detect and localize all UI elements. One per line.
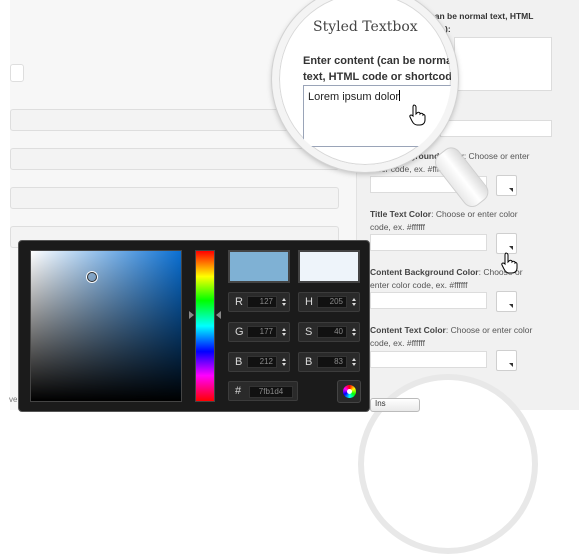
green-label: G: [235, 326, 244, 338]
title-text-input[interactable]: [370, 234, 487, 251]
title-text-name: Title Text Color: [370, 209, 432, 219]
content-text-name: Content Text Color: [370, 325, 446, 335]
hex-value[interactable]: 7fb1d4: [249, 386, 293, 398]
red-value[interactable]: 127: [247, 296, 277, 308]
red-field[interactable]: R 127: [228, 292, 290, 312]
title-bg-hint: : Choose or enter: [463, 151, 530, 161]
color-wheel-icon: [343, 385, 356, 398]
brightness-field[interactable]: B 83: [298, 352, 360, 372]
content-text-hint2: code, ex. #ffffff: [370, 338, 425, 348]
hex-field[interactable]: # 7fb1d4: [228, 381, 298, 401]
chevron-down-icon: [509, 188, 513, 192]
current-color-preview[interactable]: [298, 250, 360, 283]
chevron-down-icon: [509, 304, 513, 308]
title-text-label: Title Text Color: Choose or enter color …: [370, 208, 552, 234]
green-field[interactable]: G 177: [228, 322, 290, 342]
color-selector-handle[interactable]: [87, 272, 97, 282]
hex-label: #: [235, 385, 242, 397]
magnified-content-value: Lorem ipsum dolor: [308, 91, 400, 103]
hand-cursor-icon: [409, 104, 426, 126]
title-bg-swatch-button[interactable]: [496, 175, 517, 196]
content-text-input[interactable]: [370, 351, 487, 368]
hue-label: H: [305, 296, 313, 308]
red-label: R: [235, 296, 243, 308]
content-label-fragment-2: ):: [445, 24, 451, 34]
saturation-field[interactable]: S 40: [298, 322, 360, 342]
hand-cursor-icon: [501, 252, 518, 274]
magnified-content-textarea[interactable]: Lorem ipsum dolor: [303, 85, 451, 147]
content-text-swatch-button[interactable]: [496, 350, 517, 371]
hue-field[interactable]: H 205: [298, 292, 360, 312]
content-textarea[interactable]: [454, 37, 552, 91]
content-bg-input[interactable]: [370, 292, 487, 309]
brightness-label: B: [305, 356, 313, 368]
content-text-label: Content Text Color: Choose or enter colo…: [370, 324, 552, 350]
blue-label: B: [235, 356, 243, 368]
content-bg-swatch-button[interactable]: [496, 291, 517, 312]
saturation-brightness-area[interactable]: [30, 250, 182, 402]
title-text-swatch-button[interactable]: [496, 233, 517, 254]
title-text-hint: : Choose or enter color: [431, 209, 518, 219]
input-field[interactable]: [10, 64, 24, 82]
chevron-down-icon: [509, 246, 513, 250]
blue-value[interactable]: 212: [247, 356, 277, 368]
hue-slider[interactable]: [195, 250, 215, 402]
color-wheel-button[interactable]: [337, 380, 361, 403]
green-value[interactable]: 177: [247, 326, 277, 338]
hue-slider-arrow-right[interactable]: [216, 311, 221, 319]
saturation-value[interactable]: 40: [317, 326, 347, 338]
hue-slider-arrow-left[interactable]: [189, 311, 194, 319]
new-color-preview: [228, 250, 290, 283]
chevron-down-icon: [509, 363, 513, 367]
text-caret: [399, 90, 401, 101]
brightness-value[interactable]: 83: [317, 356, 347, 368]
content-bg-hint2: enter color code, ex. #ffffff: [370, 280, 468, 290]
input-field[interactable]: [10, 187, 339, 209]
title-text-hint2: code, ex. #ffffff: [370, 222, 425, 232]
title-input[interactable]: [440, 120, 552, 137]
content-bg-label: Content Background Color: Choose or ente…: [370, 266, 552, 292]
footer-text: ve: [9, 395, 18, 404]
blue-field[interactable]: B 212: [228, 352, 290, 372]
hue-value[interactable]: 205: [317, 296, 347, 308]
content-text-hint: : Choose or enter color: [445, 325, 533, 335]
magnifier-lens: Styled Textbox Enter content (can be nor…: [272, 0, 458, 172]
saturation-label: S: [305, 326, 313, 338]
content-bg-name: Content Background Color: [370, 267, 479, 277]
magnified-content-label: Enter content (can be normal text, HTML …: [303, 55, 458, 83]
magnified-title: Styled Textbox: [313, 19, 418, 35]
